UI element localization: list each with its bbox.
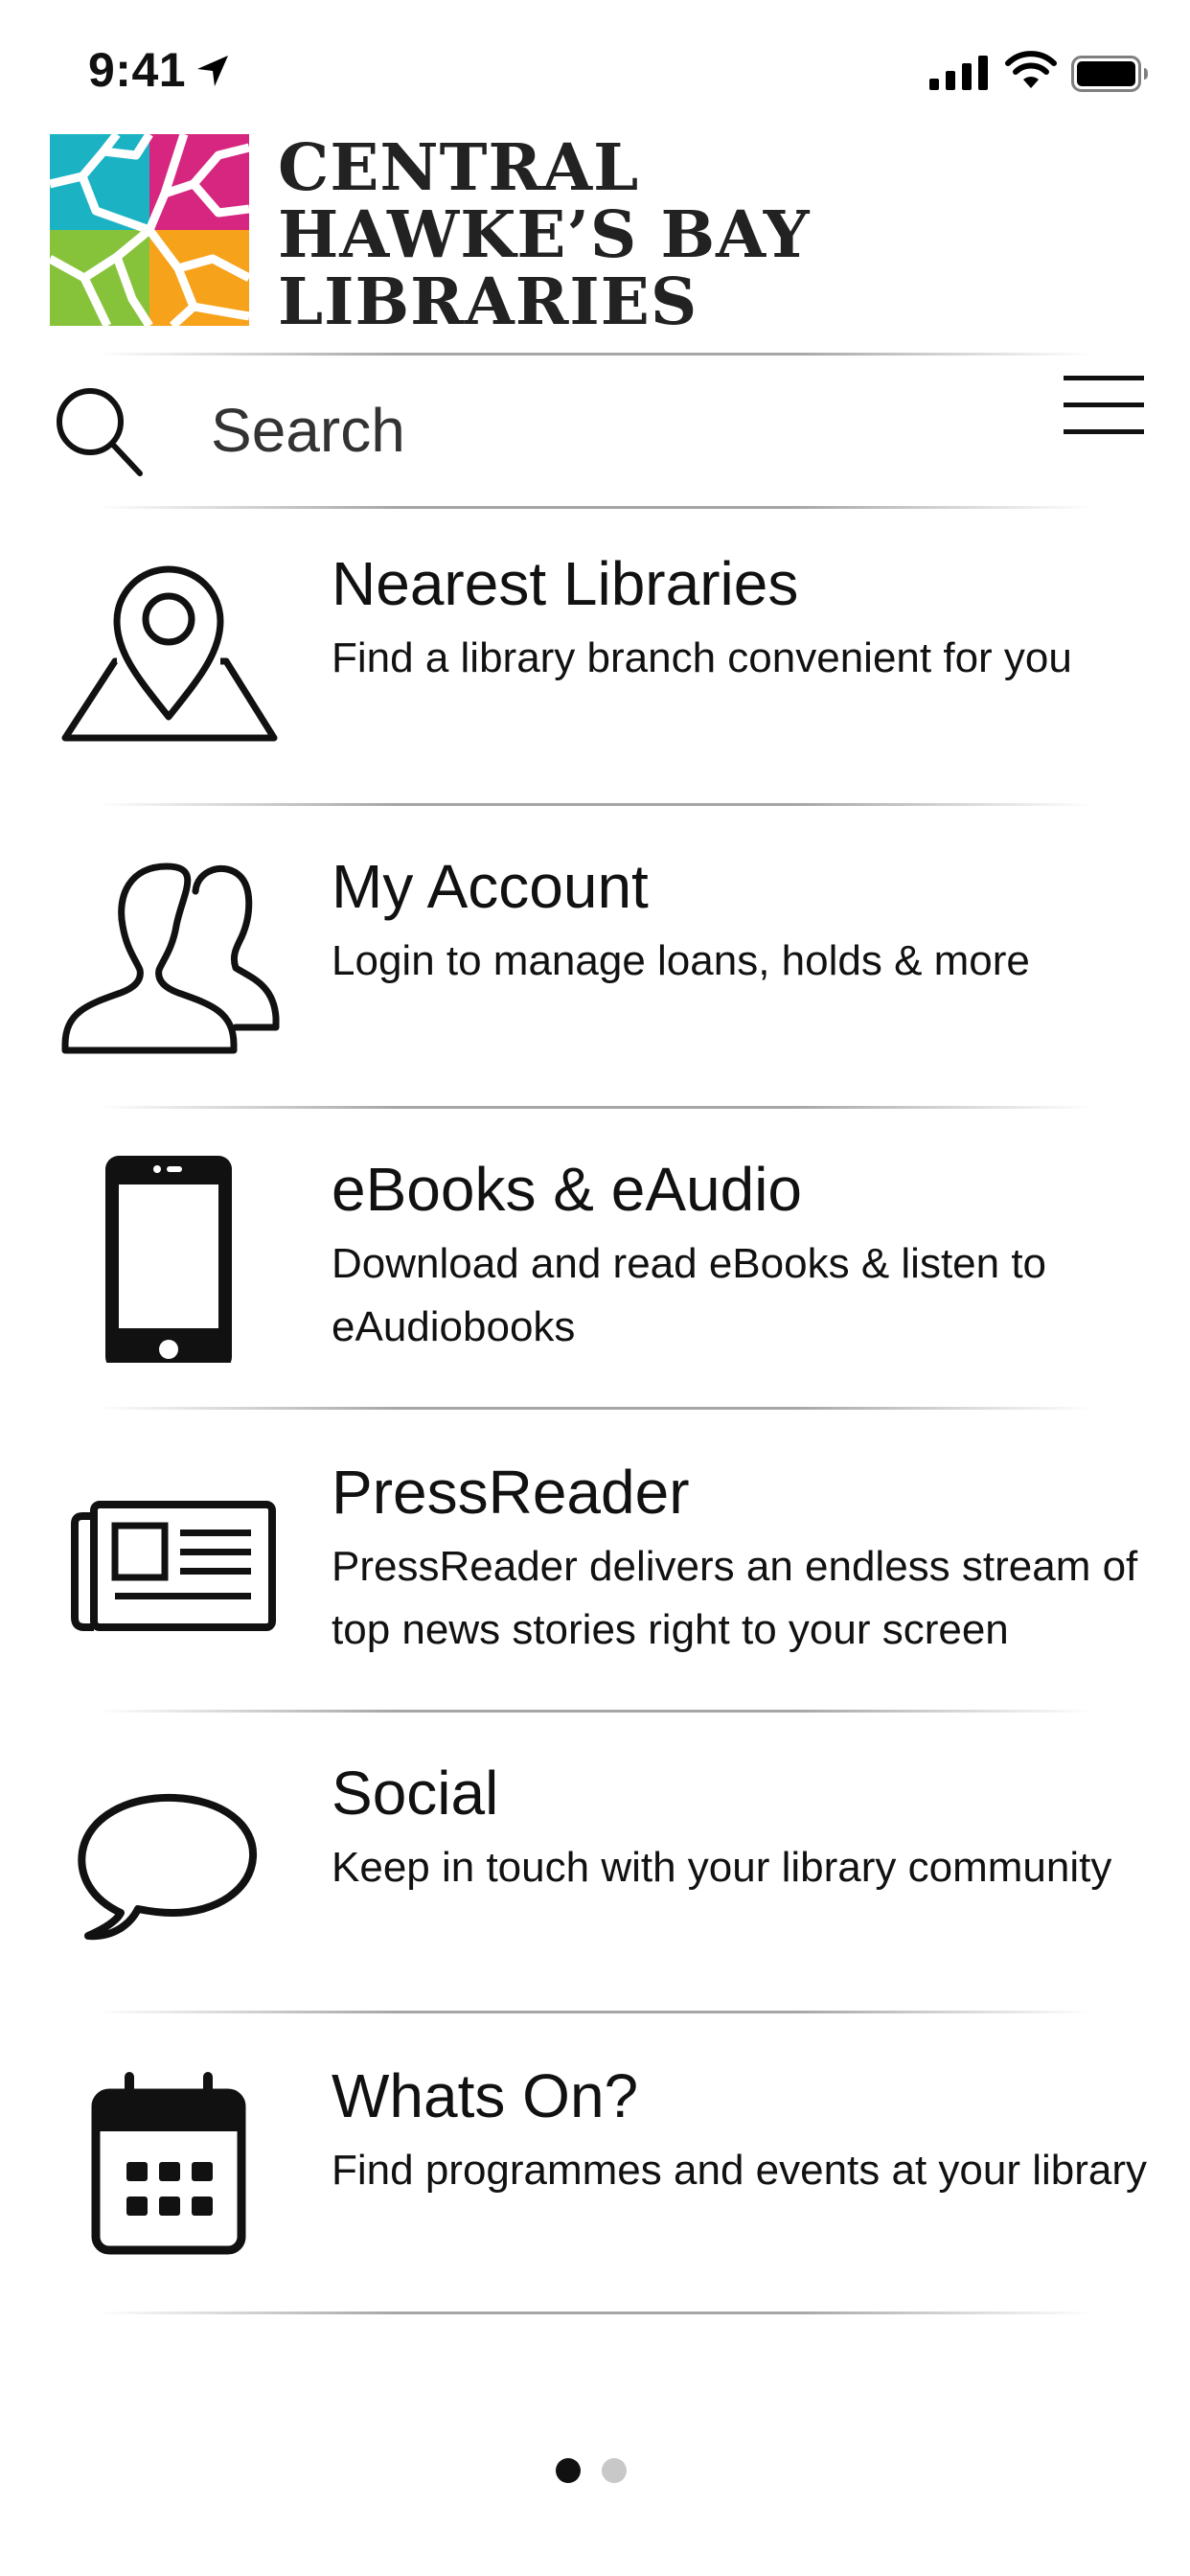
map-pin-icon (61, 565, 278, 742)
menu-item-pressreader[interactable]: PressReader PressReader delivers an endl… (0, 1436, 1190, 1733)
logo-line-2: HAWKE’S BAY (278, 196, 811, 272)
item-title: Whats On? (332, 2061, 639, 2130)
newspaper-icon (71, 1501, 276, 1631)
menu-item-whats-on[interactable]: Whats On? Find programmes and events at … (0, 2039, 1190, 2336)
status-time: 9:41 (88, 43, 187, 97)
phone-icon (105, 1156, 232, 1363)
divider (96, 1710, 1094, 1713)
menu-item-social[interactable]: Social Keep in touch with your library c… (0, 1736, 1190, 2034)
logo-wordmark: CENTRAL HAWKE’S BAY LIBRARIES (278, 134, 811, 335)
item-description: PressReader delivers an endless stream o… (332, 1543, 1138, 1653)
location-arrow-icon (197, 56, 228, 86)
battery-icon (1071, 56, 1148, 92)
item-description: Login to manage loans, holds & more (332, 937, 1030, 984)
wifi-icon (1005, 51, 1057, 88)
item-description: Find a library branch convenient for you (332, 634, 1072, 681)
divider (96, 353, 1094, 356)
item-title: eBooks & eAudio (332, 1155, 802, 1224)
cellular-signal-icon (929, 56, 988, 90)
item-title: Nearest Libraries (332, 549, 799, 618)
search-input[interactable] (192, 387, 862, 473)
page-indicator[interactable] (556, 2458, 634, 2487)
library-logo: CENTRAL HAWKE’S BAY LIBRARIES (50, 134, 835, 335)
search-bar (0, 364, 1190, 508)
divider (96, 1407, 1094, 1410)
divider (96, 1106, 1094, 1109)
status-bar: 9:41 (0, 0, 1190, 134)
item-description: Download and read eBooks & listen to eAu… (332, 1240, 1047, 1350)
divider (96, 2011, 1094, 2013)
menu-item-my-account[interactable]: My Account Login to manage loans, holds … (0, 830, 1190, 1127)
item-description: Find programmes and events at your libra… (332, 2147, 1148, 2194)
users-icon (61, 862, 280, 1054)
item-title: Social (332, 1759, 499, 1828)
logo-line-3: LIBRARIES (278, 264, 698, 339)
page-dot-active[interactable] (556, 2458, 581, 2483)
divider (96, 2312, 1094, 2314)
item-title: PressReader (332, 1458, 690, 1527)
search-icon[interactable] (52, 383, 148, 479)
logo-mosaic-icon (50, 134, 249, 326)
logo-line-1: CENTRAL (278, 129, 640, 205)
calendar-icon (91, 2072, 246, 2255)
divider (96, 506, 1094, 509)
menu-item-nearest-libraries[interactable]: Nearest Libraries Find a library branch … (0, 527, 1190, 824)
page-dot[interactable] (602, 2458, 627, 2483)
item-description: Keep in touch with your library communit… (332, 1844, 1112, 1891)
item-title: My Account (332, 852, 649, 921)
menu-item-ebooks-eaudio[interactable]: eBooks & eAudio Download and read eBooks… (0, 1133, 1190, 1430)
divider (96, 803, 1094, 806)
hamburger-menu-icon[interactable] (1064, 372, 1144, 439)
speech-bubble-icon (78, 1793, 258, 1941)
